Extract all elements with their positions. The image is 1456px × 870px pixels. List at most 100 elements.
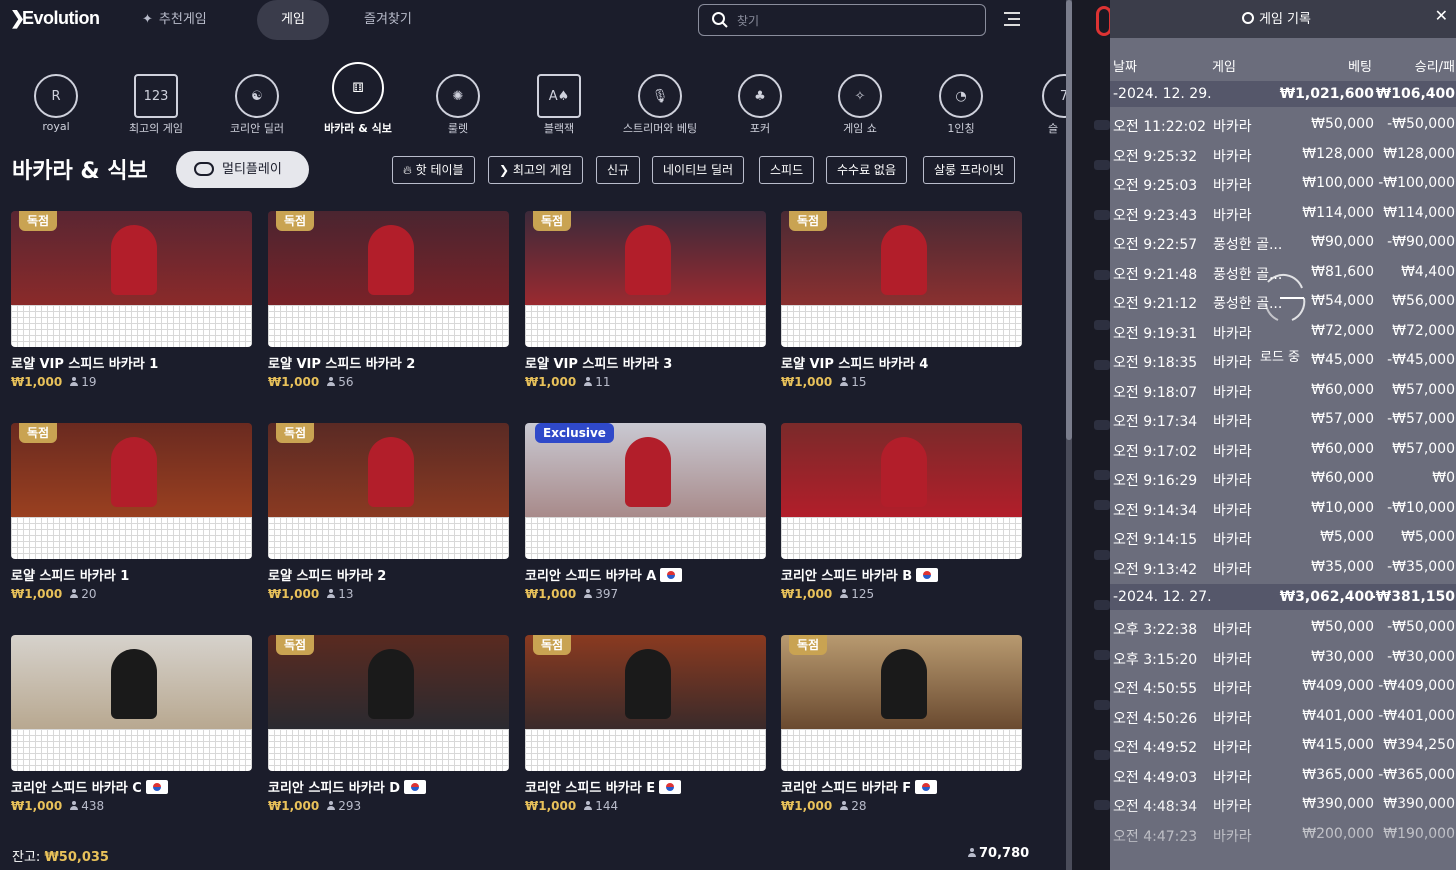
group-result-total: -₩381,150 bbox=[1369, 589, 1455, 605]
history-row[interactable]: 오후 3:22:38 바카라 ₩50,000 -₩50,000 bbox=[1110, 613, 1456, 642]
dealer-figure bbox=[368, 225, 414, 295]
group-date: -2024. 12. 29. bbox=[1113, 86, 1212, 102]
table-thumbnail[interactable] bbox=[11, 635, 252, 771]
history-row[interactable]: 오전 4:49:52 바카라 ₩415,000 ₩394,250 bbox=[1110, 731, 1456, 760]
table-thumbnail[interactable] bbox=[525, 423, 766, 559]
category-streamers[interactable]: 🎙 스트리머와 베팅 bbox=[610, 56, 710, 140]
table-tile[interactable]: 독점 로얄 VIP 스피드 바카라 2 ₩1,000 56 bbox=[268, 211, 509, 393]
table-name[interactable]: 코리안 스피드 바카라 C bbox=[11, 777, 168, 796]
table-tile[interactable]: 독점 로얄 VIP 스피드 바카라 3 ₩1,000 11 bbox=[525, 211, 766, 393]
loading-text: 로드 중 bbox=[1260, 350, 1301, 365]
history-row[interactable]: 오전 9:16:29 바카라 ₩60,000 ₩0 bbox=[1110, 464, 1456, 493]
table-thumbnail[interactable] bbox=[525, 635, 766, 771]
filter-speed[interactable]: 스피드 bbox=[759, 156, 815, 184]
category-top-games[interactable]: 123 최고의 게임 bbox=[106, 56, 206, 140]
category-blackjack[interactable]: A♠ 블랙잭 bbox=[509, 56, 609, 140]
tab-favorites[interactable]: 즐겨찾기 bbox=[364, 0, 412, 40]
filter-native-dealer[interactable]: 네이티브 딜러 bbox=[652, 156, 745, 184]
history-row[interactable]: 오전 11:22:02 바카라 ₩50,000 -₩50,000 bbox=[1110, 110, 1456, 139]
table-name[interactable]: 코리안 스피드 바카라 B bbox=[781, 565, 939, 584]
history-row[interactable]: 오전 9:18:07 바카라 ₩60,000 ₩57,000 bbox=[1110, 376, 1456, 405]
table-name[interactable]: 로얄 스피드 바카라 2 bbox=[268, 565, 386, 584]
table-thumbnail[interactable] bbox=[781, 635, 1022, 771]
history-row[interactable]: 오전 9:17:02 바카라 ₩60,000 ₩57,000 bbox=[1110, 435, 1456, 464]
category-baccarat-sicbo[interactable]: ⚅ 바카라 & 식보 bbox=[308, 56, 408, 140]
cards-icon: A♠ bbox=[537, 74, 581, 118]
search-placeholder: 찾기 bbox=[737, 14, 760, 28]
table-tile[interactable]: 독점 로얄 스피드 바카라 1 ₩1,000 20 bbox=[11, 423, 252, 605]
history-row[interactable]: 오전 9:13:42 바카라 ₩35,000 -₩35,000 bbox=[1110, 553, 1456, 582]
history-date-group[interactable]: -2024. 12. 29. ₩1,021,600 ₩106,400 bbox=[1110, 81, 1456, 107]
category-first-person[interactable]: ◔ 1인칭 bbox=[911, 56, 1011, 140]
tab-recommended[interactable]: ✦ 추천게임 bbox=[142, 0, 207, 40]
table-name[interactable]: 로얄 VIP 스피드 바카라 1 bbox=[11, 353, 158, 372]
history-row[interactable]: 오전 9:17:34 바카라 ₩57,000 -₩57,000 bbox=[1110, 405, 1456, 434]
category-korean-dealer[interactable]: ☯ 코리안 딜러 bbox=[207, 56, 307, 140]
history-row[interactable]: 오전 9:25:03 바카라 ₩100,000 -₩100,000 bbox=[1110, 169, 1456, 198]
history-row[interactable]: 오전 9:23:43 바카라 ₩114,000 ₩114,000 bbox=[1110, 199, 1456, 228]
history-date-group[interactable]: -2024. 12. 27. ₩3,062,400 -₩381,150 bbox=[1110, 584, 1456, 610]
row-bet: ₩60,000 bbox=[1311, 470, 1374, 486]
table-name[interactable]: 코리안 스피드 바카라 A bbox=[525, 565, 683, 584]
table-name[interactable]: 로얄 VIP 스피드 바카라 4 bbox=[781, 353, 928, 372]
row-bet: ₩114,000 bbox=[1302, 204, 1374, 221]
table-name[interactable]: 코리안 스피드 바카라 D bbox=[268, 777, 427, 796]
table-name[interactable]: 코리안 스피드 바카라 E bbox=[525, 777, 682, 796]
filter-hot-tables[interactable]: 🔥︎ 핫 테이블 bbox=[392, 156, 475, 184]
filter-salon-prive[interactable]: 살룽 프라이빗 bbox=[923, 156, 1016, 184]
category-poker[interactable]: ♣ 포커 bbox=[710, 56, 810, 140]
table-tile[interactable]: 코리안 스피드 바카라 C ₩1,000 438 bbox=[11, 635, 252, 817]
history-row[interactable]: 오전 9:14:15 바카라 ₩5,000 ₩5,000 bbox=[1110, 523, 1456, 552]
person-icon bbox=[327, 377, 336, 386]
table-thumbnail[interactable] bbox=[781, 211, 1022, 347]
history-row[interactable]: 오후 3:15:20 바카라 ₩30,000 -₩30,000 bbox=[1110, 643, 1456, 672]
table-thumbnail[interactable] bbox=[525, 211, 766, 347]
table-meta: ₩1,000 20 bbox=[11, 587, 96, 601]
history-row[interactable]: 오전 9:14:34 바카라 ₩10,000 -₩10,000 bbox=[1110, 494, 1456, 523]
person-icon bbox=[584, 589, 593, 598]
category-roulette[interactable]: ✺ 룰렛 bbox=[408, 56, 508, 140]
history-row[interactable]: 오전 4:50:26 바카라 ₩401,000 -₩401,000 bbox=[1110, 702, 1456, 731]
category-game-show[interactable]: ✧ 게임 쇼 bbox=[810, 56, 910, 140]
table-name[interactable]: 로얄 VIP 스피드 바카라 3 bbox=[525, 353, 672, 372]
table-thumbnail[interactable] bbox=[781, 423, 1022, 559]
evolution-logo[interactable]: ❯Evolution bbox=[10, 8, 100, 29]
table-tile[interactable]: 독점 코리안 스피드 바카라 D ₩1,000 293 bbox=[268, 635, 509, 817]
table-tile[interactable]: 코리안 스피드 바카라 B ₩1,000 125 bbox=[781, 423, 1022, 605]
row-time: 오전 11:22:02 bbox=[1113, 119, 1207, 135]
history-row[interactable]: 오전 9:22:57 풍성한 골... ₩90,000 -₩90,000 bbox=[1110, 228, 1456, 257]
category-slots[interactable]: 7 슬 bbox=[1012, 56, 1068, 140]
table-name[interactable]: 로얄 VIP 스피드 바카라 2 bbox=[268, 353, 415, 372]
search-box[interactable]: 찾기 bbox=[698, 4, 986, 36]
row-bet: ₩45,000 bbox=[1311, 352, 1374, 368]
close-icon[interactable]: ✕ bbox=[1435, 6, 1448, 25]
table-thumbnail[interactable] bbox=[268, 635, 509, 771]
tab-games[interactable]: 게임 bbox=[257, 0, 329, 40]
history-row[interactable]: 오전 9:25:32 바카라 ₩128,000 ₩128,000 bbox=[1110, 140, 1456, 169]
multiplay-button[interactable]: 멀티플레이 bbox=[176, 151, 309, 188]
table-tile[interactable]: 독점 로얄 VIP 스피드 바카라 4 ₩1,000 15 bbox=[781, 211, 1022, 393]
background-game-strip bbox=[1072, 0, 1110, 870]
table-tile[interactable]: 독점 코리안 스피드 바카라 E ₩1,000 144 bbox=[525, 635, 766, 817]
row-game: 바카라 bbox=[1213, 769, 1252, 786]
menu-icon[interactable] bbox=[1004, 12, 1020, 28]
dealer-figure bbox=[625, 437, 671, 507]
table-tile[interactable]: 독점 코리안 스피드 바카라 F ₩1,000 28 bbox=[781, 635, 1022, 817]
table-meta: ₩1,000 19 bbox=[11, 375, 96, 389]
filter-new[interactable]: 신규 bbox=[596, 156, 641, 184]
filter-top-games[interactable]: ❯ 최고의 게임 bbox=[488, 156, 583, 184]
category-royal[interactable]: R royal bbox=[6, 56, 106, 140]
history-row[interactable]: 오전 4:50:55 바카라 ₩409,000 -₩409,000 bbox=[1110, 672, 1456, 701]
table-thumbnail[interactable] bbox=[11, 211, 252, 347]
table-tile[interactable]: 독점 로얄 스피드 바카라 2 ₩1,000 13 bbox=[268, 423, 509, 605]
table-tile[interactable]: Exclusive 코리안 스피드 바카라 A ₩1,000 397 bbox=[525, 423, 766, 605]
table-name[interactable]: 코리안 스피드 바카라 F bbox=[781, 777, 938, 796]
filter-no-commission[interactable]: 수수료 없음 bbox=[826, 156, 908, 184]
table-meta: ₩1,000 28 bbox=[781, 799, 866, 813]
table-name[interactable]: 로얄 스피드 바카라 1 bbox=[11, 565, 129, 584]
table-tile[interactable]: 독점 로얄 VIP 스피드 바카라 1 ₩1,000 19 bbox=[11, 211, 252, 393]
table-thumbnail[interactable] bbox=[11, 423, 252, 559]
table-thumbnail[interactable] bbox=[268, 423, 509, 559]
history-row[interactable]: 오전 4:49:03 바카라 ₩365,000 -₩365,000 bbox=[1110, 761, 1456, 790]
table-thumbnail[interactable] bbox=[268, 211, 509, 347]
